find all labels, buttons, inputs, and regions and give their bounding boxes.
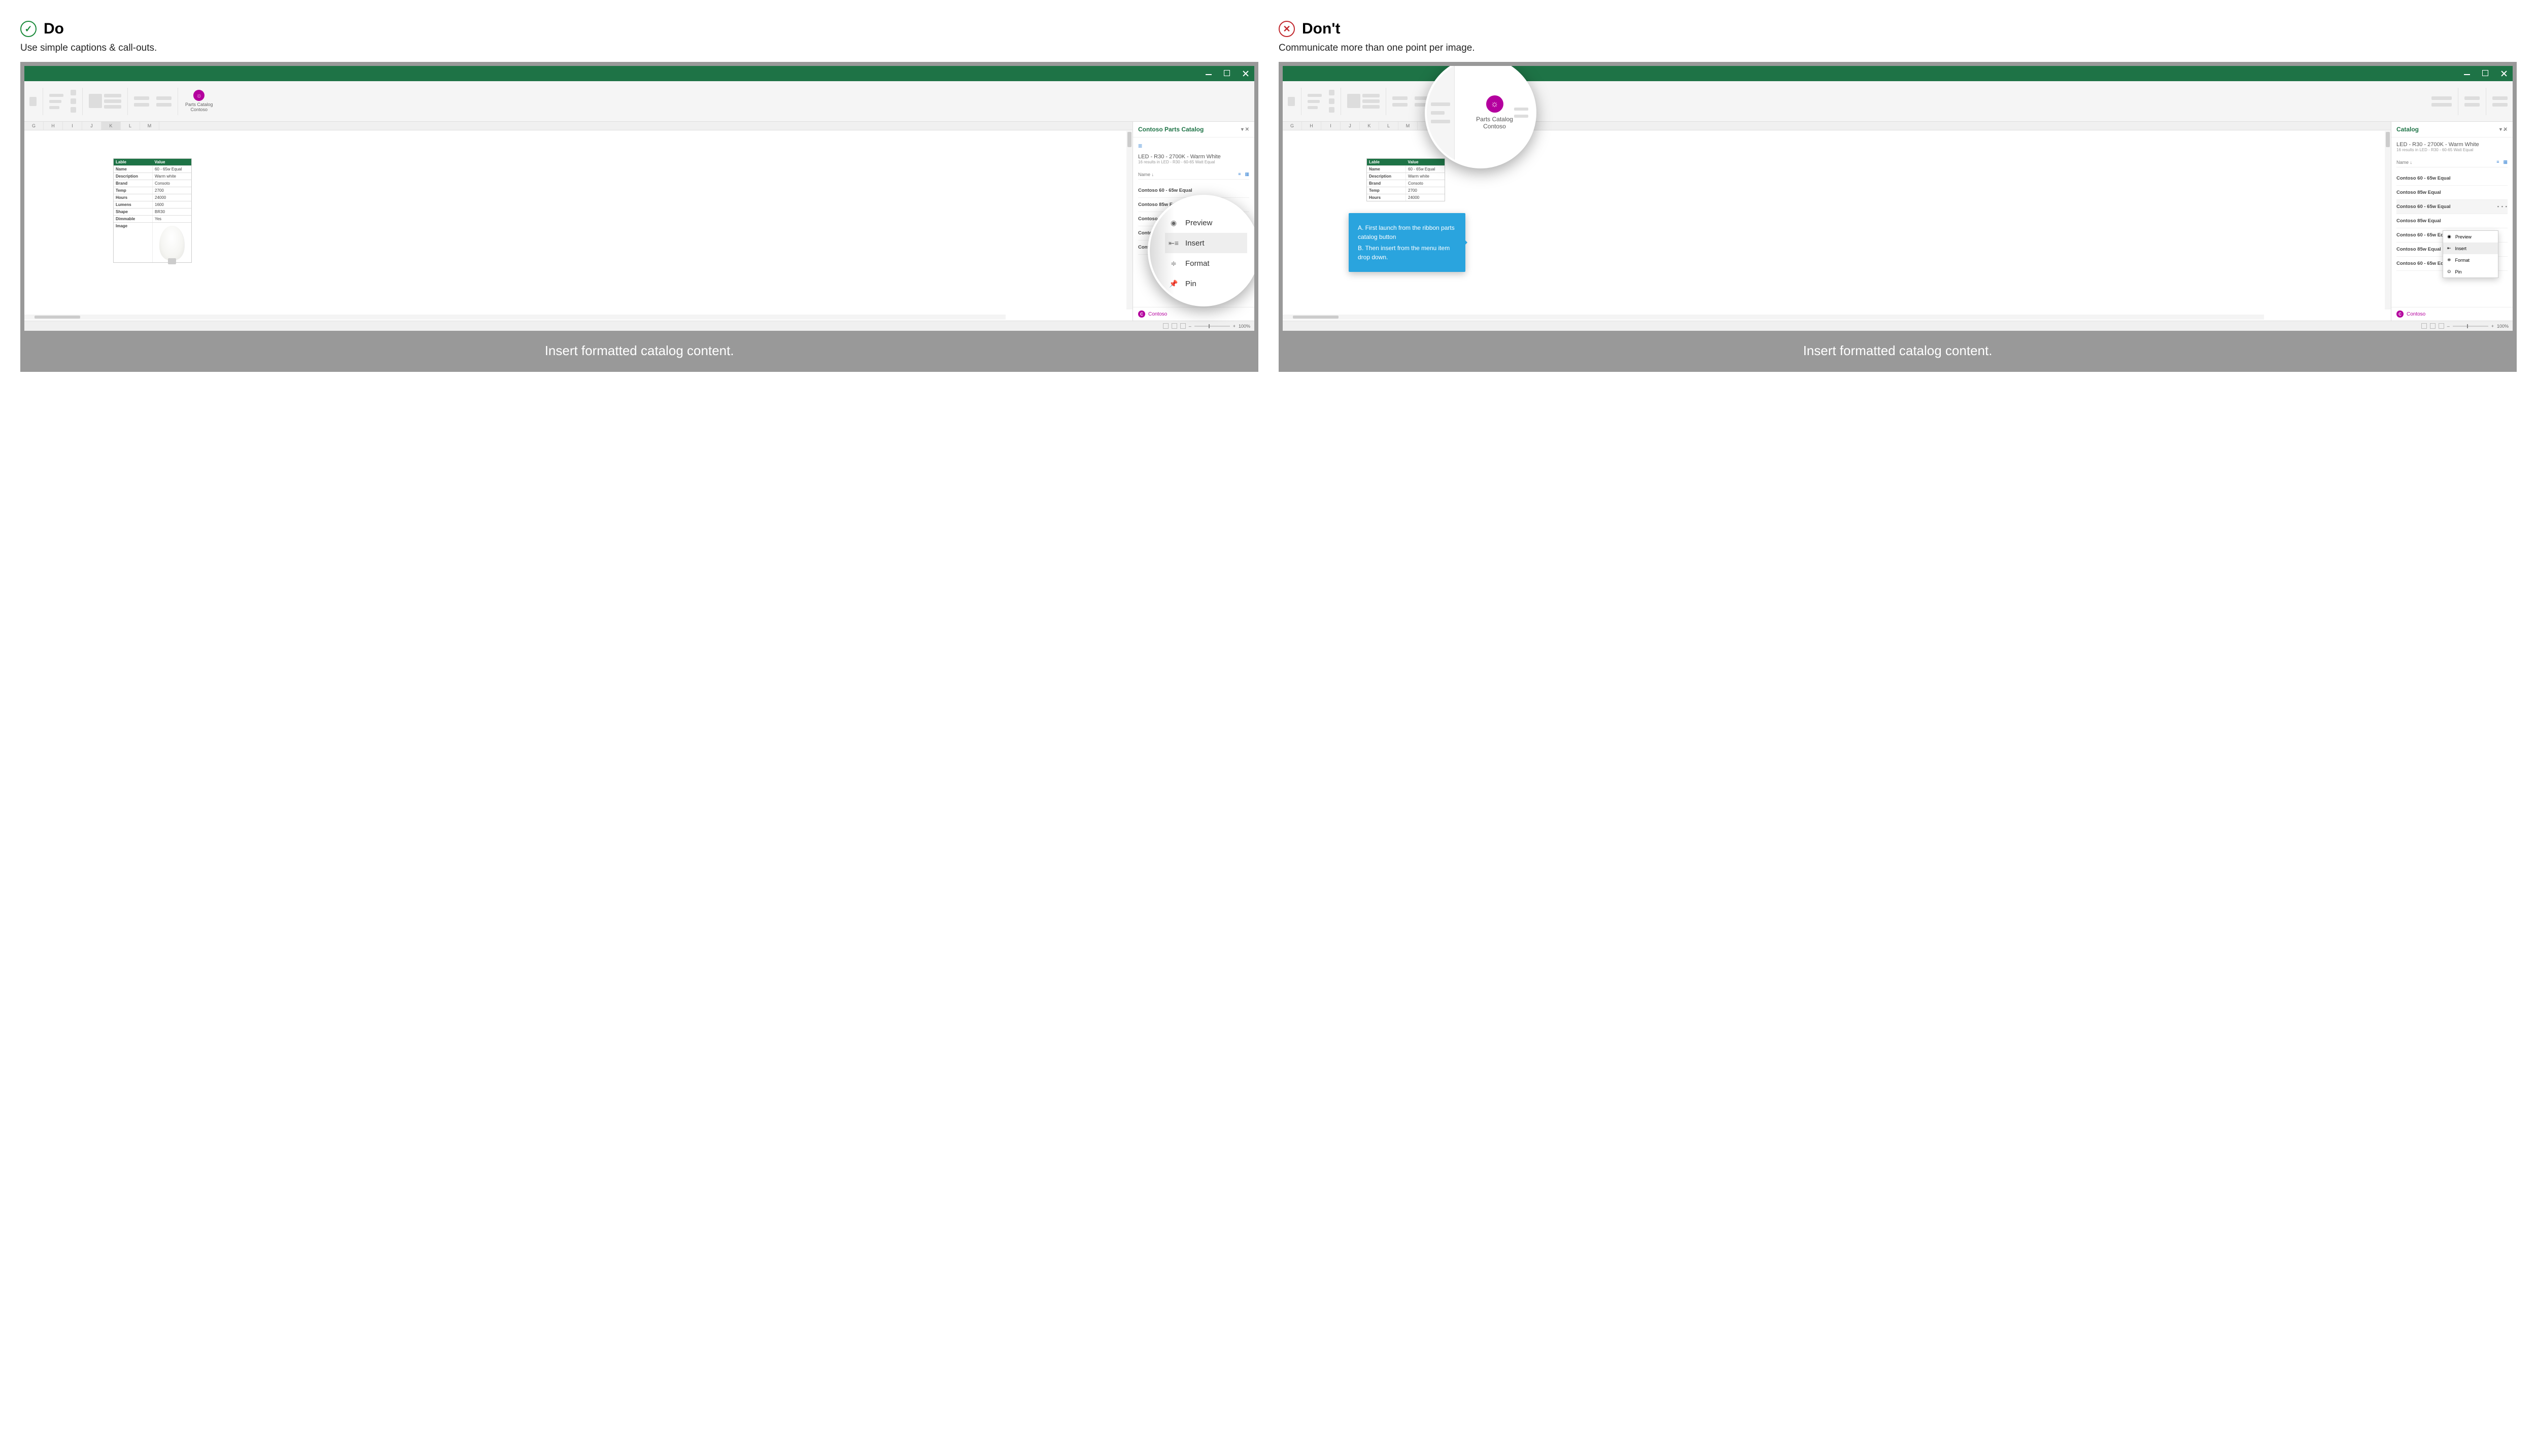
bulb-image <box>159 226 185 260</box>
maximize-button[interactable] <box>2482 70 2489 77</box>
pane-heading: LED - R30 - 2700K - Warm White <box>2396 142 2508 148</box>
minimize-button[interactable] <box>1206 70 1213 77</box>
close-button[interactable] <box>2500 70 2508 77</box>
list-item[interactable]: Contoso 60 - 65w Equal <box>2396 171 2508 186</box>
do-subtitle: Use simple captions & call-outs. <box>20 43 1258 54</box>
status-bar: –+ 100% <box>1283 321 2513 331</box>
eye-icon: ◉ <box>2447 234 2451 239</box>
format-menu-item[interactable]: ≑Format <box>2443 254 2498 266</box>
insert-menu-item[interactable]: ⇤Insert <box>2443 242 2498 254</box>
zoom-level: 100% <box>2497 324 2509 329</box>
insert-menu-item[interactable]: ⇤≡Insert <box>1165 233 1247 253</box>
pane-footer: CContoso <box>2391 307 2513 321</box>
magnifier-context-menu: ◉Preview ⇤≡Insert ≑Format 📌Pin <box>1148 195 1258 306</box>
x-icon: ✕ <box>1279 21 1295 37</box>
preview-menu-item[interactable]: ◉Preview <box>2443 231 2498 242</box>
pane-subheading: 16 results in LED - R30 - 60-65 Watt Equ… <box>1138 160 1249 164</box>
zoom-slider[interactable] <box>2453 326 2488 327</box>
pane-subheading: 16 results in LED - R30 - 60-65 Watt Equ… <box>2396 148 2508 152</box>
window-titlebar <box>24 66 1254 81</box>
dont-column: ✕ Don't Communicate more than one point … <box>1279 20 2517 372</box>
dont-subtitle: Communicate more than one point per imag… <box>1279 43 2517 54</box>
callout-step-b: B. Then insert from the menu item drop d… <box>1358 244 1456 262</box>
context-menu: ◉Preview ⇤Insert ≑Format ⊙Pin <box>2443 230 2498 278</box>
list-view-icon[interactable]: ≡ <box>1238 171 1241 177</box>
dont-caption: Insert formatted catalog content. <box>1279 331 2517 372</box>
status-bar: –+ 100% <box>24 321 1254 331</box>
dont-screenshot: GHIJKLM LableValue Name60 - 65w Equal De… <box>1279 62 2517 331</box>
format-menu-item[interactable]: ≑Format <box>1165 253 1247 273</box>
v-scrollbar[interactable] <box>2385 131 2391 309</box>
pin-icon: ⊙ <box>2447 269 2451 274</box>
chevron-down-icon[interactable]: ⌄ <box>2502 127 2507 132</box>
callout-step-a: A. First launch from the ribbon parts ca… <box>1358 223 1456 241</box>
more-icon[interactable]: • • • <box>2497 204 2508 210</box>
h-scrollbar[interactable] <box>1283 315 2264 320</box>
pane-footer: CContoso <box>1133 307 1254 321</box>
list-item[interactable]: Contoso 60 - 65w Equal• • • <box>2396 200 2508 214</box>
ribbon: ☼ Parts CatalogContoso <box>24 81 1254 122</box>
hamburger-icon[interactable]: ≡ <box>1138 142 1249 150</box>
pane-heading: LED - R30 - 2700K - Warm White <box>1138 154 1249 160</box>
spreadsheet-grid[interactable]: GHIJKLM LableValue Name60 - 65w Equal De… <box>24 122 1133 321</box>
pane-title: Catalog <box>2396 126 2419 133</box>
pane-title: Contoso Parts Catalog <box>1138 126 1204 133</box>
zoom-slider[interactable] <box>1194 326 1230 327</box>
pin-menu-item[interactable]: 📌Pin <box>1165 273 1247 294</box>
close-button[interactable] <box>1242 70 1249 77</box>
do-panel: ☼ Parts CatalogContoso GHIJKLM LableValu… <box>20 62 1258 372</box>
minimize-button[interactable] <box>2464 70 2471 77</box>
dont-title: Don't <box>1302 20 1340 38</box>
v-scrollbar[interactable] <box>1126 131 1133 309</box>
do-screenshot: ☼ Parts CatalogContoso GHIJKLM LableValu… <box>20 62 1258 331</box>
h-scrollbar[interactable] <box>24 315 1006 320</box>
lightbulb-icon: ☼ <box>1486 95 1503 113</box>
list-item[interactable]: Contoso 85w Equal <box>2396 214 2508 228</box>
instruction-callout: A. First launch from the ribbon parts ca… <box>1349 213 1465 272</box>
dont-panel: GHIJKLM LableValue Name60 - 65w Equal De… <box>1279 62 2517 372</box>
grid-view-icon[interactable]: ▦ <box>2503 159 2508 165</box>
do-column: ✓ Do Use simple captions & call-outs. <box>20 20 1258 372</box>
grid-view-icon[interactable]: ▦ <box>1245 171 1249 177</box>
pane-menu-caret-icon[interactable]: ▾ ✕ <box>1241 127 1249 132</box>
lightbulb-icon: ☼ <box>193 90 204 101</box>
insert-icon: ⇤ <box>2447 246 2451 251</box>
maximize-button[interactable] <box>1224 70 1231 77</box>
list-view-icon[interactable]: ≡ <box>2496 159 2499 165</box>
magnifier-ribbon-button: ☼ Parts CatalogContoso <box>1425 62 1536 168</box>
list-item[interactable]: Contoso 85w Equal <box>2396 186 2508 200</box>
check-icon: ✓ <box>20 21 37 37</box>
pin-menu-item[interactable]: ⊙Pin <box>2443 266 2498 278</box>
sliders-icon: ≑ <box>2447 257 2451 263</box>
do-title: Do <box>44 20 64 38</box>
do-caption: Insert formatted catalog content. <box>20 331 1258 372</box>
task-pane: Catalog▾ ✕ LED - R30 - 2700K - Warm Whit… <box>2391 122 2513 321</box>
parts-catalog-ribbon-button[interactable]: ☼ Parts CatalogContoso <box>182 89 216 114</box>
preview-menu-item[interactable]: ◉Preview <box>1165 213 1247 233</box>
zoom-level: 100% <box>1239 324 1250 329</box>
data-table: LableValue Name60 - 65w Equal Descriptio… <box>113 158 192 263</box>
